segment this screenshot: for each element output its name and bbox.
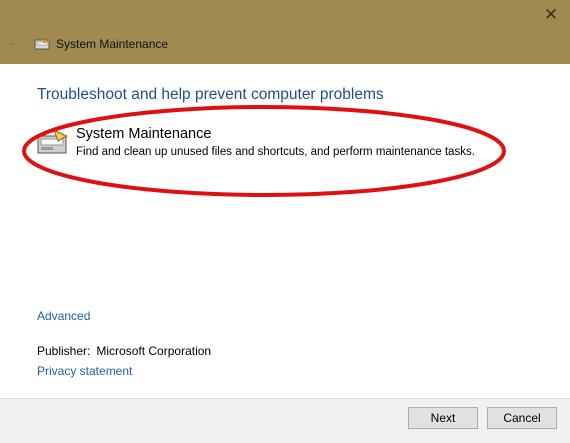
cancel-button[interactable]: Cancel	[487, 407, 557, 429]
item-title[interactable]: System Maintenance	[76, 126, 211, 142]
advanced-link[interactable]: Advanced	[37, 309, 90, 323]
close-icon: ✕	[543, 4, 559, 24]
system-maintenance-icon	[37, 129, 68, 154]
publisher-label: Publisher:	[37, 344, 91, 358]
privacy-statement-link[interactable]: Privacy statement	[37, 364, 132, 378]
item-description: Find and clean up unused files and short…	[76, 146, 475, 158]
system-maintenance-icon	[34, 37, 50, 50]
publisher-info: Publisher: Microsoft Corporation	[37, 344, 211, 358]
footer-bar: Next Cancel	[0, 398, 570, 443]
next-button[interactable]: Next	[408, 407, 478, 429]
close-button[interactable]: ✕	[542, 5, 560, 23]
page-heading: Troubleshoot and help prevent computer p…	[37, 86, 384, 103]
title-bar: ✕ ← System Maintenance	[0, 0, 570, 64]
window-title: System Maintenance	[56, 37, 169, 51]
publisher-value: Microsoft Corporation	[96, 344, 212, 358]
back-arrow-icon[interactable]: ←	[8, 37, 19, 49]
